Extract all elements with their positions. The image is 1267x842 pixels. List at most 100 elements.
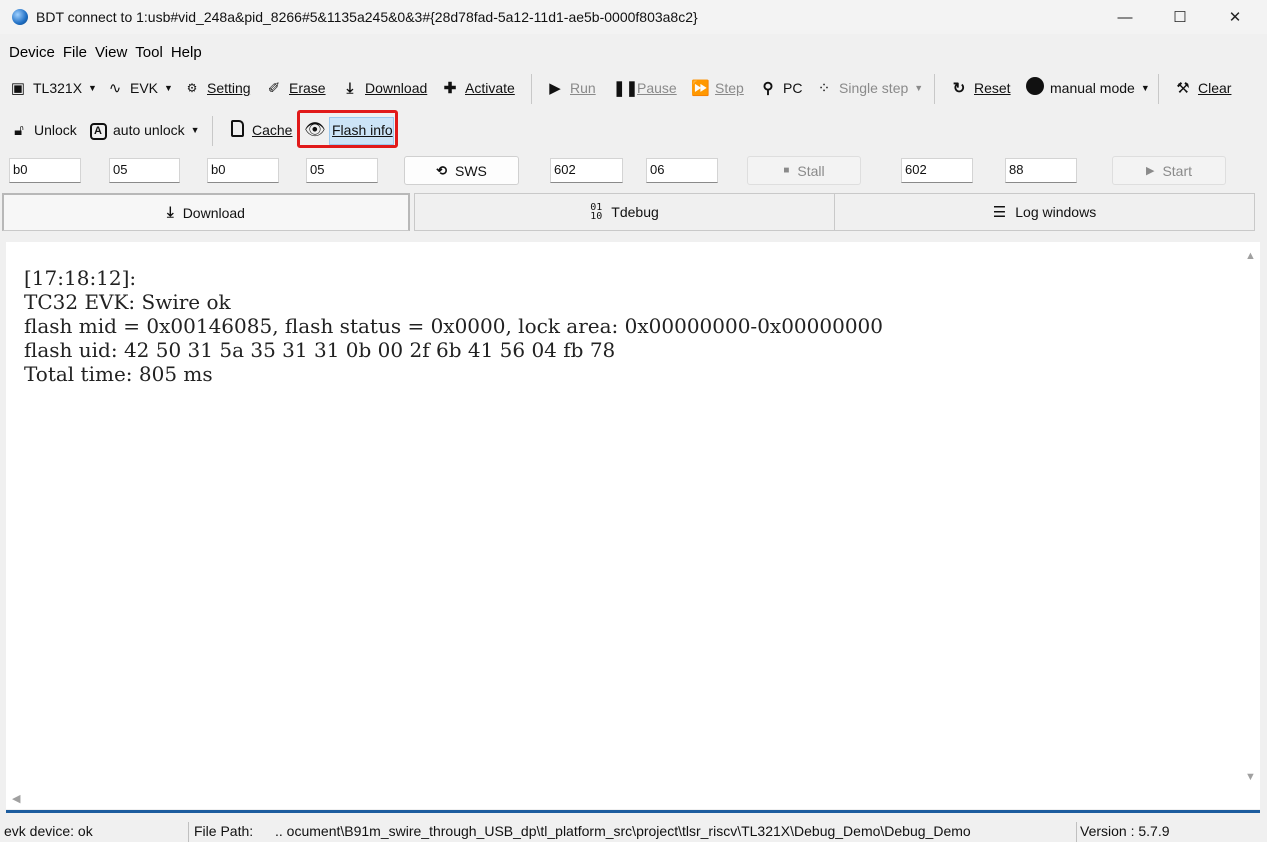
erase-button[interactable]: ✐ Erase <box>265 70 326 106</box>
run-button[interactable]: ▶ Run <box>546 70 596 106</box>
menu-bar: Device File View Tool Help <box>0 40 206 64</box>
window-title: BDT connect to 1:usb#vid_248a&pid_8266#5… <box>36 9 698 25</box>
menu-file[interactable]: File <box>59 44 91 61</box>
close-button[interactable]: ✕ <box>1212 0 1258 34</box>
chip-icon: ▣ <box>10 80 26 97</box>
run-label: Run <box>570 80 596 96</box>
pc-button[interactable]: ⚲ PC <box>759 70 803 106</box>
activate-button[interactable]: ✚ Activate <box>441 70 515 106</box>
tab-tdebug[interactable]: 01 10 Tdebug <box>414 193 835 231</box>
addr-field-3[interactable]: 602 <box>550 158 623 183</box>
value-field-3[interactable]: 06 <box>646 158 718 183</box>
step-icon: ⏩ <box>691 80 710 97</box>
value-field-1[interactable]: 05 <box>109 158 180 183</box>
broom-icon: ⚒ <box>1176 80 1190 97</box>
menu-tool[interactable]: Tool <box>131 44 167 61</box>
mode-icon <box>1026 77 1044 99</box>
unlock-button[interactable]: 🔓︎ Unlock <box>10 112 77 148</box>
unlock-label: Unlock <box>34 122 77 138</box>
addr-field-2[interactable]: b0 <box>207 158 279 183</box>
download-icon: ⤓ <box>167 204 174 221</box>
tab-log-windows[interactable]: ☰ Log windows <box>834 193 1255 231</box>
log-text: [17:18:12]: TC32 EVK: Swire ok flash mid… <box>24 266 883 386</box>
status-divider <box>1076 822 1077 842</box>
app-globe-icon <box>12 9 28 25</box>
download-label: Download <box>365 80 428 96</box>
reset-button[interactable]: ↻ Reset <box>950 70 1011 106</box>
search-icon: ⚲ <box>762 80 774 97</box>
chip-label: TL321X <box>33 80 83 96</box>
stall-label: Stall <box>797 162 825 179</box>
value-field-2[interactable]: 05 <box>306 158 378 183</box>
manual-mode-label: manual mode <box>1050 80 1135 96</box>
scroll-corner <box>1242 789 1260 809</box>
auto-unlock-button[interactable]: A auto unlock ▼ <box>89 112 200 148</box>
file-path-label: File Path: <box>194 823 254 839</box>
activate-label: Activate <box>465 80 515 96</box>
binary-search-icon: 01 10 <box>590 202 603 222</box>
download-button[interactable]: ⤓ Download <box>341 70 428 106</box>
toolbar-divider <box>212 116 213 146</box>
manual-mode-button[interactable]: manual mode ▼ <box>1026 70 1150 106</box>
setting-label: Setting <box>207 80 251 96</box>
auto-unlock-icon: A <box>89 121 107 140</box>
log-output[interactable]: [17:18:12]: TC32 EVK: Swire ok flash mid… <box>6 242 1242 789</box>
chevron-down-icon: ▼ <box>190 125 200 135</box>
toolbar-divider <box>934 74 935 104</box>
accent-divider <box>6 810 1260 813</box>
tab-download[interactable]: ⤓ Download <box>2 193 410 231</box>
start-label: Start <box>1162 162 1193 179</box>
stall-button[interactable]: ■ Stall <box>747 156 861 185</box>
cache-button[interactable]: Cache <box>228 112 292 148</box>
menu-device[interactable]: Device <box>0 44 59 61</box>
pc-label: PC <box>783 80 803 96</box>
chip-select-button[interactable]: ▣ TL321X ▼ <box>9 70 97 106</box>
pause-icon: ❚❚ <box>613 80 639 97</box>
cache-label: Cache <box>252 122 293 138</box>
horizontal-scrollbar[interactable]: ◀ ▶ <box>6 789 1256 809</box>
reset-icon: ↻ <box>952 80 966 97</box>
main-toolbar: ▣ TL321X ▼ ∿ EVK ▼ ⚙ Setting ✐ Erase ⤓ D… <box>0 70 1267 106</box>
tab-label: Log windows <box>1015 204 1097 220</box>
footsteps-icon: ⁘ <box>817 80 831 97</box>
menu-help[interactable]: Help <box>167 44 206 61</box>
tab-label: Tdebug <box>611 204 659 220</box>
tab-bar: ⤓ Download 01 10 Tdebug ☰ Log windows <box>0 193 1267 231</box>
chevron-down-icon: ▼ <box>914 83 924 93</box>
sd-card-icon <box>228 119 246 141</box>
minimize-button[interactable]: — <box>1102 0 1148 34</box>
value-field-4[interactable]: 88 <box>1005 158 1077 183</box>
addr-field-1[interactable]: b0 <box>9 158 81 183</box>
evk-label: EVK <box>130 80 159 96</box>
single-step-button[interactable]: ⁘ Single step ▼ <box>815 70 924 106</box>
pause-button[interactable]: ❚❚ Pause <box>613 70 677 106</box>
toolbar-divider <box>1158 74 1159 104</box>
chevron-down-icon: ▼ <box>164 83 173 93</box>
sws-label: SWS <box>455 162 487 179</box>
scroll-down-icon[interactable]: ▼ <box>1245 771 1256 783</box>
eraser-icon: ✐ <box>267 80 281 97</box>
start-button[interactable]: ▶ Start <box>1112 156 1226 185</box>
wave-icon: ∿ <box>108 80 122 97</box>
clear-button[interactable]: ⚒ Clear <box>1174 70 1231 106</box>
addr-field-4[interactable]: 602 <box>901 158 973 183</box>
menu-view[interactable]: View <box>91 44 131 61</box>
title-bar: BDT connect to 1:usb#vid_248a&pid_8266#5… <box>0 0 1267 34</box>
scroll-up-icon[interactable]: ▲ <box>1245 250 1256 262</box>
auto-unlock-label: auto unlock <box>113 122 185 138</box>
maximize-button[interactable]: ☐ <box>1157 0 1203 34</box>
scroll-left-icon[interactable]: ◀ <box>12 792 20 805</box>
chevron-down-icon: ▼ <box>1140 83 1150 93</box>
setting-button[interactable]: ⚙ Setting <box>183 70 251 106</box>
pause-label: Pause <box>637 80 677 96</box>
stop-icon: ■ <box>783 165 790 176</box>
evk-select-button[interactable]: ∿ EVK ▼ <box>106 70 173 106</box>
single-step-label: Single step <box>839 80 909 96</box>
sws-button[interactable]: ⟲ SWS <box>404 156 519 185</box>
device-status: evk device: ok <box>4 823 93 839</box>
sync-icon: ⟲ <box>436 162 447 178</box>
vertical-scrollbar[interactable]: ▲ ▼ <box>1242 242 1260 789</box>
step-button[interactable]: ⏩ Step <box>691 70 744 106</box>
run-icon: ▶ <box>549 80 561 97</box>
file-path-value: .. ocument\B91m_swire_through_USB_dp\tl_… <box>275 823 971 839</box>
